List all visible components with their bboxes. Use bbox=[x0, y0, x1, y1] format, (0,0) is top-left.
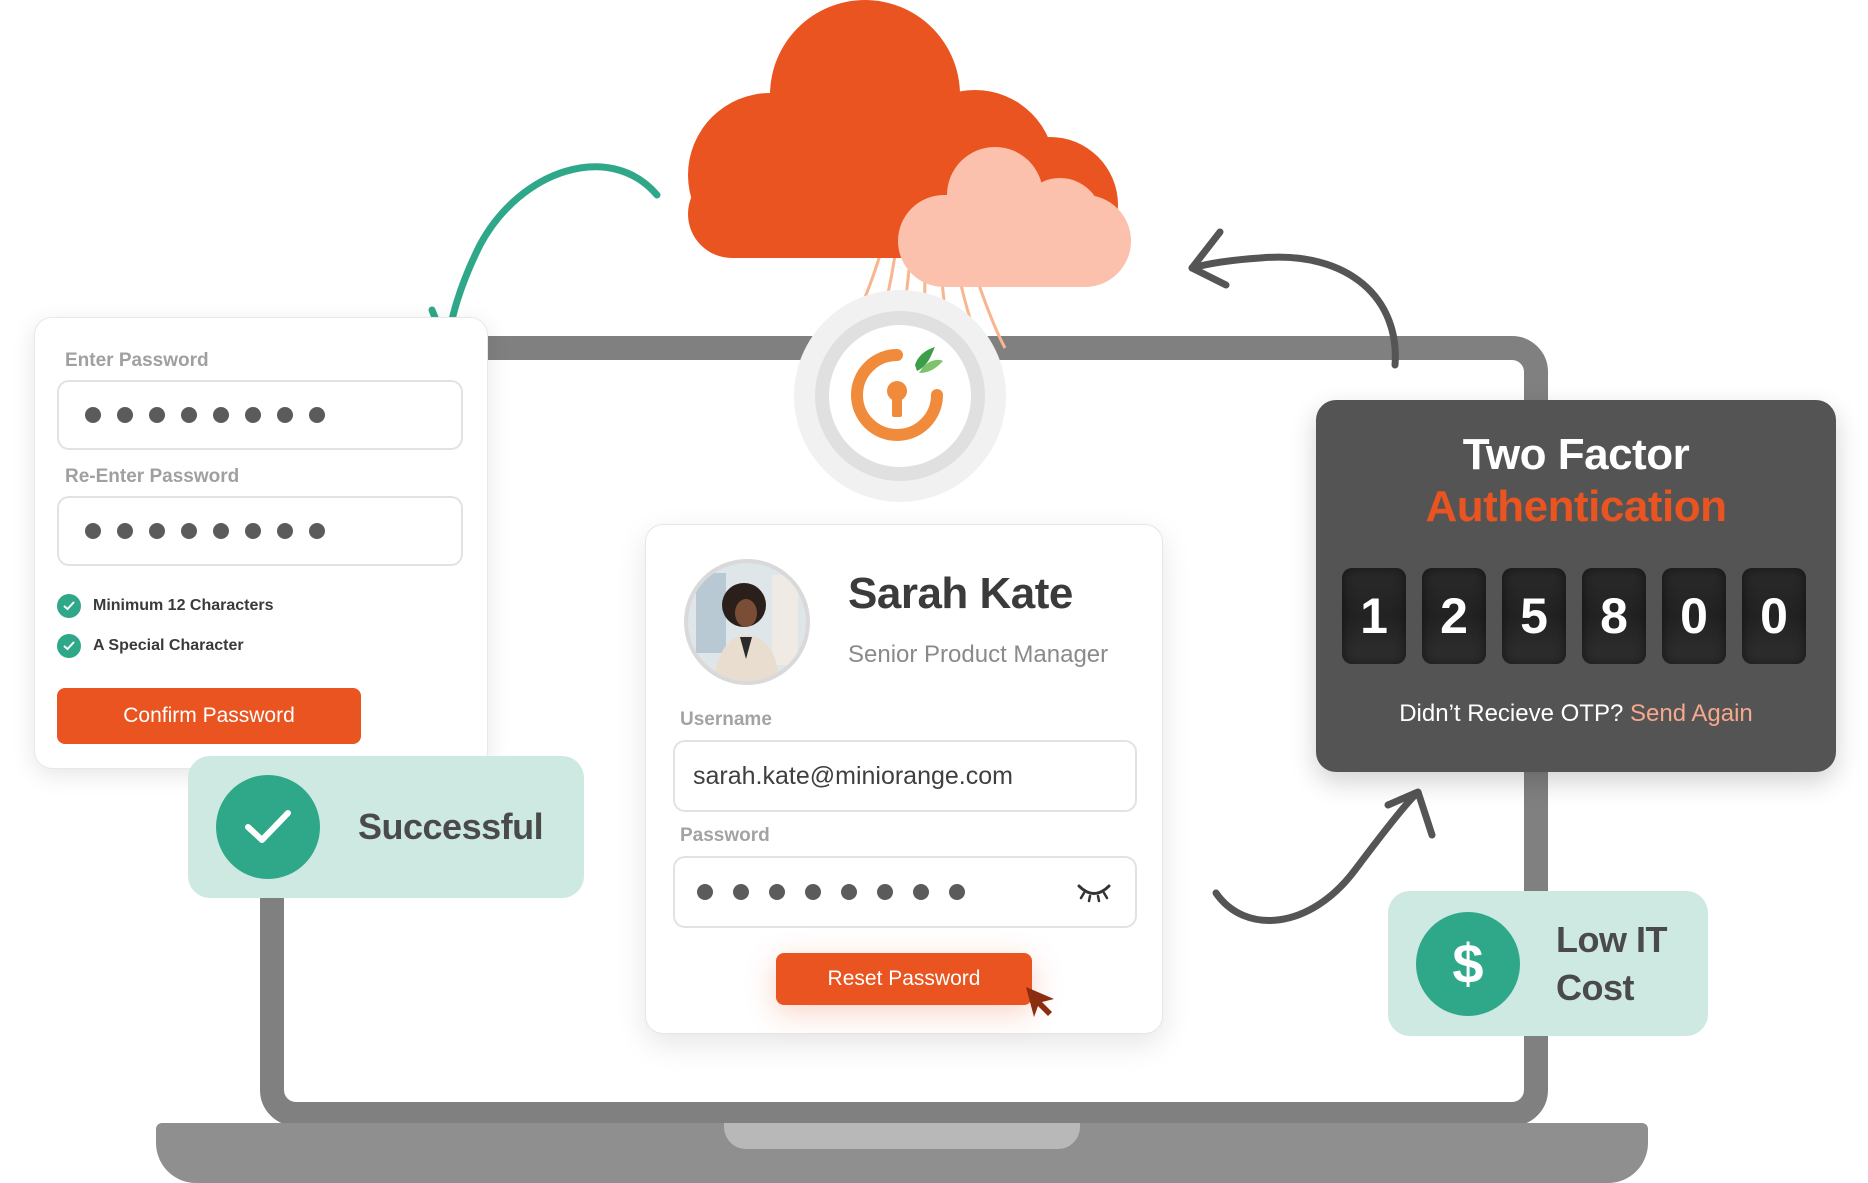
avatar bbox=[684, 559, 810, 685]
confirm-password-button[interactable]: Confirm Password bbox=[57, 688, 361, 744]
username-input[interactable]: sarah.kate@miniorange.com bbox=[673, 740, 1137, 812]
otp-digit[interactable]: 8 bbox=[1582, 568, 1646, 664]
reenter-password-field[interactable] bbox=[57, 496, 463, 566]
reenter-password-label: Re-Enter Password bbox=[65, 466, 240, 487]
otp-not-received-text: Didn’t Recieve OTP? bbox=[1399, 700, 1624, 727]
password-mask-dot bbox=[213, 523, 229, 539]
requirement-label: Minimum 12 Characters bbox=[93, 597, 274, 614]
successful-badge: Successful bbox=[188, 756, 584, 898]
otp-digits: 125800 bbox=[1342, 568, 1806, 664]
requirement-item: Minimum 12 Characters bbox=[57, 594, 274, 618]
eye-closed-icon[interactable] bbox=[1076, 883, 1112, 908]
user-profile-card: Sarah Kate Senior Product Manager Userna… bbox=[645, 524, 1163, 1034]
successful-label: Successful bbox=[358, 806, 544, 847]
requirement-item: A Special Character bbox=[57, 634, 244, 658]
send-again-link[interactable]: Send Again bbox=[1630, 700, 1753, 727]
otp-digit[interactable]: 0 bbox=[1742, 568, 1806, 664]
set-password-card: Enter Password Re-Enter Password Minimum… bbox=[34, 317, 488, 769]
two-factor-card: Two Factor Authentication 125800 Didn’t … bbox=[1316, 400, 1836, 772]
cursor-pointer-icon bbox=[1024, 985, 1058, 1024]
low-it-cost-badge: $ Low IT Cost bbox=[1388, 891, 1708, 1036]
reset-password-button[interactable]: Reset Password bbox=[776, 953, 1032, 1005]
user-photo-icon bbox=[688, 563, 806, 681]
password-mask-dot bbox=[733, 884, 749, 900]
password-mask-dot bbox=[949, 884, 965, 900]
profile-role: Senior Product Manager bbox=[848, 641, 1109, 668]
two-factor-title: Two Factor bbox=[1462, 430, 1690, 479]
password-mask-dot bbox=[769, 884, 785, 900]
cost-label: Low IT Cost bbox=[1556, 916, 1667, 1012]
password-mask-dot bbox=[697, 884, 713, 900]
check-icon bbox=[57, 634, 81, 658]
password-mask-dot bbox=[117, 407, 133, 423]
password-mask-dot bbox=[213, 407, 229, 423]
miniorange-logo-badge bbox=[794, 290, 1006, 502]
otp-footer: Didn’t Recieve OTP? Send Again bbox=[1316, 700, 1836, 728]
password-mask-dot bbox=[277, 523, 293, 539]
password-mask-dot bbox=[841, 884, 857, 900]
password-mask-dot bbox=[149, 523, 165, 539]
password-mask-dot bbox=[149, 407, 165, 423]
enter-password-field[interactable] bbox=[57, 380, 463, 450]
requirement-label: A Special Character bbox=[93, 637, 244, 654]
password-mask-dot bbox=[85, 523, 101, 539]
password-label: Password bbox=[680, 825, 770, 846]
password-mask-dot bbox=[277, 407, 293, 423]
cost-label-line1: Low IT bbox=[1556, 918, 1667, 960]
otp-digit[interactable]: 5 bbox=[1502, 568, 1566, 664]
password-mask-dot bbox=[309, 407, 325, 423]
enter-password-label: Enter Password bbox=[65, 350, 209, 371]
password-mask-dot bbox=[309, 523, 325, 539]
keyhole-logo-icon bbox=[851, 347, 943, 441]
laptop-notch bbox=[724, 1123, 1080, 1149]
otp-digit[interactable]: 0 bbox=[1662, 568, 1726, 664]
dollar-icon: $ bbox=[1416, 911, 1520, 1016]
password-mask-dot bbox=[245, 407, 261, 423]
username-label: Username bbox=[680, 709, 772, 730]
cloud-orange-icon bbox=[688, 0, 1118, 273]
password-mask-dot bbox=[805, 884, 821, 900]
check-icon bbox=[57, 594, 81, 618]
otp-digit[interactable]: 2 bbox=[1422, 568, 1486, 664]
otp-digit[interactable]: 1 bbox=[1342, 568, 1406, 664]
success-check-icon bbox=[216, 775, 320, 879]
authentication-title: Authentication bbox=[1425, 482, 1727, 531]
password-mask-dot bbox=[181, 407, 197, 423]
cost-label-line2: Cost bbox=[1556, 966, 1634, 1008]
password-mask-dot bbox=[181, 523, 197, 539]
password-mask-dot bbox=[245, 523, 261, 539]
password-mask-dot bbox=[877, 884, 893, 900]
cloud-peach-icon bbox=[898, 147, 1131, 287]
password-mask-dot bbox=[117, 523, 133, 539]
profile-name: Sarah Kate bbox=[848, 569, 1073, 618]
password-mask-dot bbox=[85, 407, 101, 423]
password-input[interactable] bbox=[673, 856, 1137, 928]
password-mask-dot bbox=[913, 884, 929, 900]
